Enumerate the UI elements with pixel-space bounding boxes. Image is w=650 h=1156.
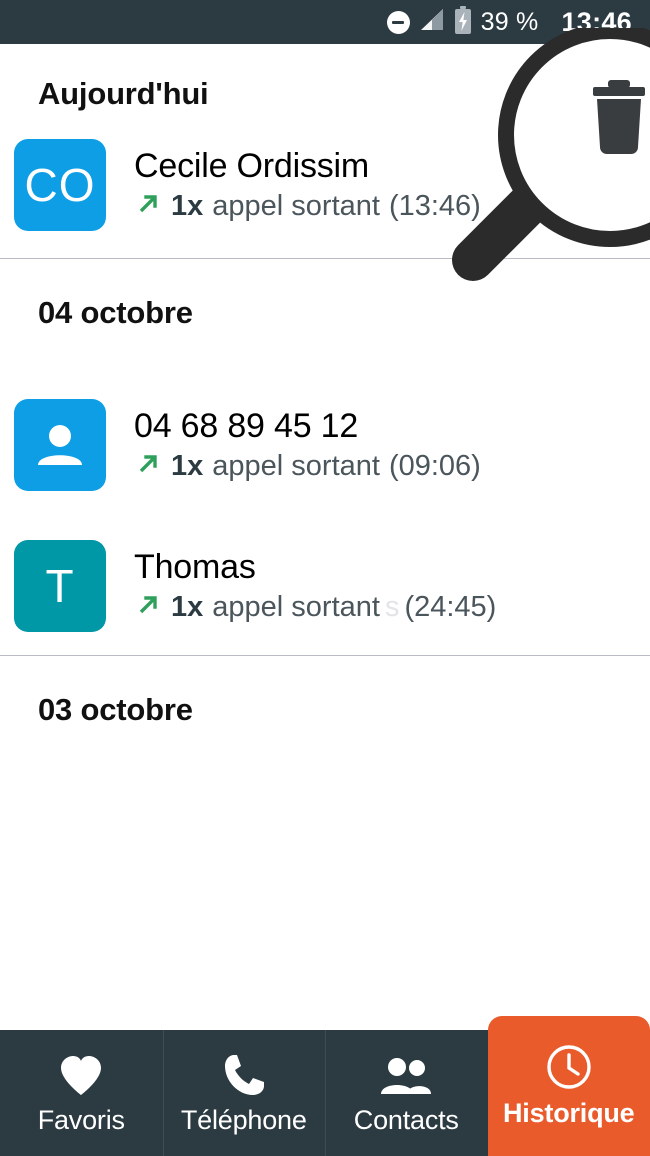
call-type: appel sortant [212, 189, 380, 222]
outgoing-call-arrow-icon [134, 450, 162, 483]
call-type: appel sortant [212, 449, 380, 482]
contact-name: Thomas [134, 548, 256, 587]
call-info: Thomas 1x appel sortant s (24:45) [134, 548, 496, 623]
call-count: 1x [171, 449, 204, 482]
phone-icon [223, 1051, 265, 1097]
call-history-row[interactable]: 04 68 89 45 12 1x appel sortant (09:06) [0, 373, 650, 517]
bottom-navigation[interactable]: Favoris Téléphone Contacts Historique [0, 1016, 650, 1156]
call-type-ghost-char: s [384, 590, 400, 623]
avatar[interactable] [14, 399, 106, 491]
tab-label: Favoris [37, 1104, 125, 1135]
call-type: appel sortant [212, 590, 380, 623]
battery-charging-icon [454, 5, 472, 39]
clock-icon [546, 1044, 592, 1090]
call-subtitle: 1x appel sortant s (24:45) [134, 591, 496, 624]
avatar[interactable]: T [14, 540, 106, 632]
call-history-row[interactable]: CO Cecile Ordissim 1x appel sortant (13:… [0, 112, 650, 258]
call-info: Cecile Ordissim 1x appel sortant (13:46) [134, 147, 481, 222]
tab-label: Téléphone [180, 1104, 307, 1135]
tab-favoris[interactable]: Favoris [0, 1030, 163, 1156]
tab-label: Contacts [353, 1104, 459, 1135]
outgoing-call-arrow-icon [134, 190, 162, 223]
call-time: (24:45) [404, 590, 497, 623]
tab-historique[interactable]: Historique [487, 1016, 650, 1156]
battery-percent: 39 % [480, 7, 539, 36]
avatar-initials: CO [24, 159, 96, 211]
call-info: 04 68 89 45 12 1x appel sortant (09:06) [134, 407, 481, 482]
status-bar: 39 % 13:46 [0, 0, 650, 44]
status-icon-group: 39 % 13:46 [386, 5, 632, 39]
call-count: 1x [171, 590, 204, 623]
phone-screen: 39 % 13:46 Aujourd'hui CO Cecile Ordissi… [0, 0, 650, 1156]
call-history-list[interactable]: Aujourd'hui CO Cecile Ordissim 1x appel … [0, 44, 650, 1030]
section-header-oct04: 04 octobre [38, 295, 193, 330]
contact-name: 04 68 89 45 12 [134, 407, 359, 446]
call-subtitle: 1x appel sortant (09:06) [134, 450, 481, 483]
contact-name: Cecile Ordissim [134, 147, 370, 186]
tab-telephone[interactable]: Téléphone [162, 1030, 325, 1156]
person-icon [32, 417, 88, 473]
call-time: (09:06) [388, 449, 481, 482]
tab-label: Historique [502, 1097, 635, 1128]
call-subtitle: 1x appel sortant (13:46) [134, 190, 481, 223]
signal-bars-icon [419, 8, 445, 37]
do-not-disturb-icon [386, 10, 410, 34]
status-clock: 13:46 [561, 6, 632, 37]
section-header-oct03: 03 octobre [38, 692, 193, 727]
people-icon [380, 1051, 432, 1097]
avatar[interactable]: CO [14, 139, 106, 231]
heart-icon [59, 1051, 103, 1097]
section-header-today: Aujourd'hui [38, 76, 209, 111]
tab-contacts[interactable]: Contacts [325, 1030, 488, 1156]
call-history-row[interactable]: T Thomas 1x appel sortant s (24:45) [0, 517, 650, 655]
outgoing-call-arrow-icon [134, 591, 162, 624]
avatar-initials: T [45, 560, 75, 612]
call-count: 1x [171, 189, 204, 222]
call-time: (13:46) [388, 189, 481, 222]
